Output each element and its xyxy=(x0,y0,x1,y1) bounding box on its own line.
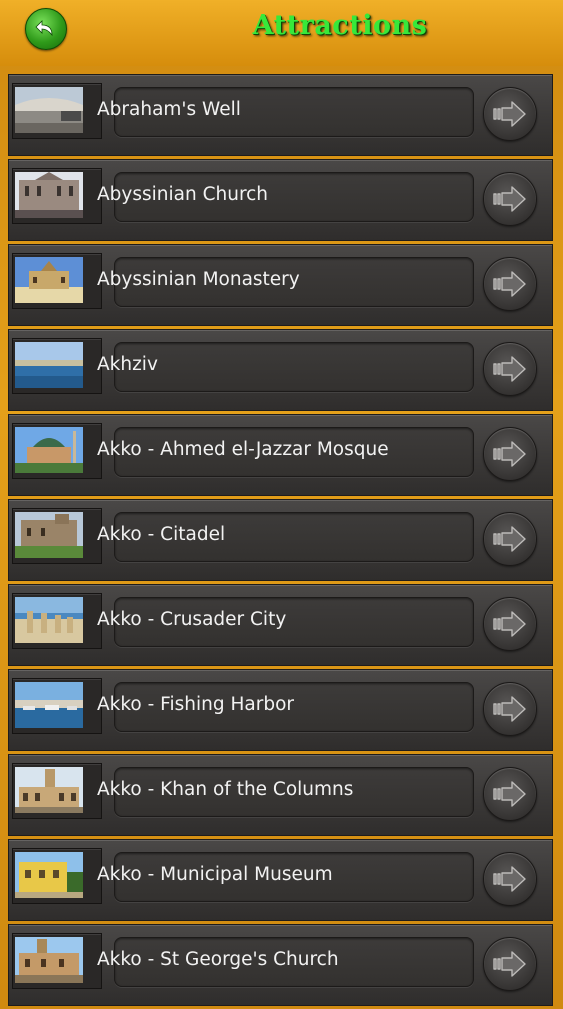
item-label: Akhziv xyxy=(97,354,158,375)
thumbnail-frame xyxy=(12,933,102,989)
arrow-right-icon xyxy=(493,526,526,552)
arrow-right-icon xyxy=(493,866,526,892)
list-item[interactable]: Akko - Citadel xyxy=(8,499,553,581)
item-label: Akko - Citadel xyxy=(97,524,226,545)
thumbnail-frame xyxy=(12,508,102,564)
open-button[interactable] xyxy=(483,512,537,566)
thumbnail-image xyxy=(15,87,83,133)
thumbnail-frame xyxy=(12,593,102,649)
thumbnail-frame xyxy=(12,338,102,394)
list-item[interactable]: Abyssinian Monastery xyxy=(8,244,553,326)
arrow-right-icon xyxy=(493,356,526,382)
arrow-right-icon xyxy=(493,696,526,722)
open-button[interactable] xyxy=(483,427,537,481)
label-box xyxy=(114,342,474,392)
thumbnail-frame xyxy=(12,253,102,309)
thumbnail-frame xyxy=(12,83,102,139)
open-button[interactable] xyxy=(483,257,537,311)
thumbnail-image xyxy=(15,597,83,643)
list-item[interactable]: Akko - Fishing Harbor xyxy=(8,669,553,751)
thumbnail-image xyxy=(15,682,83,728)
arrow-right-icon xyxy=(493,951,526,977)
arrow-right-icon xyxy=(493,271,526,297)
back-button[interactable] xyxy=(25,8,67,50)
item-label: Akko - Ahmed el-Jazzar Mosque xyxy=(97,439,389,460)
list-item[interactable]: Akko - St George's Church xyxy=(8,924,553,1006)
thumbnail-frame xyxy=(12,678,102,734)
list-item[interactable]: Akhziv xyxy=(8,329,553,411)
list-item[interactable]: Akko - Crusader City xyxy=(8,584,553,666)
thumbnail-image xyxy=(15,512,83,558)
item-label: Abyssinian Church xyxy=(97,184,269,205)
thumbnail-image xyxy=(15,172,83,218)
header-bar: Attractions xyxy=(0,0,563,66)
thumbnail-frame xyxy=(12,168,102,224)
thumbnail-image xyxy=(15,342,83,388)
open-button[interactable] xyxy=(483,597,537,651)
arrow-right-icon xyxy=(493,101,526,127)
arrow-right-icon xyxy=(493,441,526,467)
attractions-list: Abraham's Well Abyssinian Church Abyssin… xyxy=(8,74,553,1009)
page-title: Attractions xyxy=(252,10,428,41)
item-label: Akko - St George's Church xyxy=(97,949,339,970)
open-button[interactable] xyxy=(483,852,537,906)
item-label: Akko - Municipal Museum xyxy=(97,864,333,885)
back-arrow-icon xyxy=(35,20,53,37)
arrow-right-icon xyxy=(493,611,526,637)
thumbnail-image xyxy=(15,427,83,473)
item-label: Abyssinian Monastery xyxy=(97,269,300,290)
list-item[interactable]: Abyssinian Church xyxy=(8,159,553,241)
list-item[interactable]: Akko - Ahmed el-Jazzar Mosque xyxy=(8,414,553,496)
thumbnail-image xyxy=(15,257,83,303)
open-button[interactable] xyxy=(483,342,537,396)
list-item[interactable]: Akko - Khan of the Columns xyxy=(8,754,553,836)
thumbnail-image xyxy=(15,852,83,898)
open-button[interactable] xyxy=(483,87,537,141)
item-label: Akko - Khan of the Columns xyxy=(97,779,354,800)
item-label: Abraham's Well xyxy=(97,99,241,120)
thumbnail-image xyxy=(15,767,83,813)
open-button[interactable] xyxy=(483,937,537,991)
open-button[interactable] xyxy=(483,172,537,226)
thumbnail-frame xyxy=(12,848,102,904)
item-label: Akko - Crusader City xyxy=(97,609,287,630)
item-label: Akko - Fishing Harbor xyxy=(97,694,294,715)
open-button[interactable] xyxy=(483,767,537,821)
list-item[interactable]: Akko - Municipal Museum xyxy=(8,839,553,921)
open-button[interactable] xyxy=(483,682,537,736)
thumbnail-image xyxy=(15,937,83,983)
list-item[interactable]: Abraham's Well xyxy=(8,74,553,156)
thumbnail-frame xyxy=(12,423,102,479)
arrow-right-icon xyxy=(493,186,526,212)
arrow-right-icon xyxy=(493,781,526,807)
thumbnail-frame xyxy=(12,763,102,819)
